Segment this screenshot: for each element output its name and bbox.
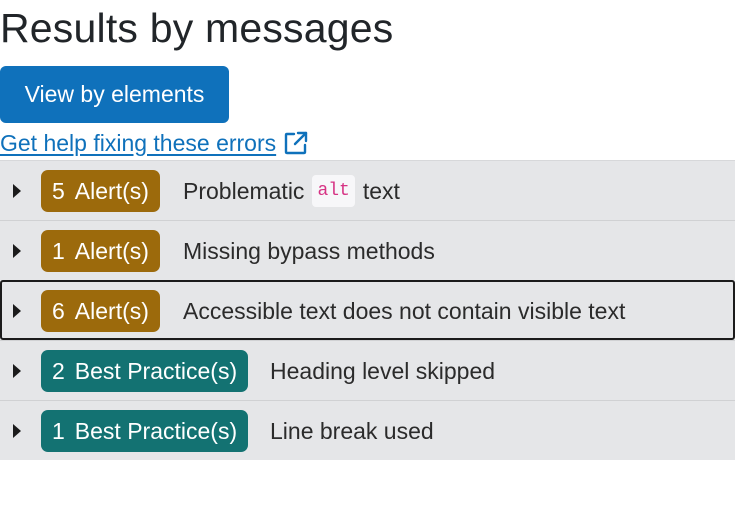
code-snippet: alt xyxy=(312,174,355,207)
result-message: Line break used xyxy=(270,417,434,444)
result-row-line-break-used[interactable]: 1 Best Practice(s) Line break used xyxy=(0,400,735,460)
badge-label: Best Practice(s) xyxy=(74,357,238,384)
badge-label: Alert(s) xyxy=(74,177,149,204)
caret-right-icon[interactable] xyxy=(13,183,21,198)
result-row-accessible-text-visible-text[interactable]: 6 Alert(s) Accessible text does not conta… xyxy=(0,280,735,340)
message-text: text xyxy=(362,177,400,204)
best-practice-badge: 1 Best Practice(s) xyxy=(41,409,249,452)
page-title: Results by messages xyxy=(0,5,394,51)
badge-label: Alert(s) xyxy=(74,237,149,264)
badge-count: 1 xyxy=(52,417,65,444)
result-message: Missing bypass methods xyxy=(183,237,435,264)
help-fixing-errors-link[interactable]: Get help fixing these errors xyxy=(0,128,309,158)
help-link-text: Get help fixing these errors xyxy=(0,129,277,156)
badge-count: 1 xyxy=(52,237,65,264)
badge-label: Best Practice(s) xyxy=(74,417,238,444)
badge-count: 6 xyxy=(52,297,65,324)
results-list: 5 Alert(s) Problematic alt text 1 Alert(s) M… xyxy=(0,160,735,460)
alert-badge: 5 Alert(s) xyxy=(41,169,160,212)
caret-right-icon[interactable] xyxy=(13,303,21,318)
caret-right-icon[interactable] xyxy=(13,243,21,258)
alert-badge: 6 Alert(s) xyxy=(41,289,160,332)
result-message: Problematic alt text xyxy=(183,174,400,207)
message-text: Problematic xyxy=(183,177,305,204)
caret-right-icon[interactable] xyxy=(13,363,21,378)
badge-count: 5 xyxy=(52,177,65,204)
result-message: Accessible text does not contain visible… xyxy=(183,297,626,324)
best-practice-badge: 2 Best Practice(s) xyxy=(41,349,249,392)
result-message: Heading level skipped xyxy=(270,357,496,384)
alert-badge: 1 Alert(s) xyxy=(41,229,160,272)
external-link-icon xyxy=(284,131,308,155)
result-row-heading-level-skipped[interactable]: 2 Best Practice(s) Heading level skipped xyxy=(0,340,735,400)
result-row-missing-bypass-methods[interactable]: 1 Alert(s) Missing bypass methods xyxy=(0,220,735,280)
result-row-problematic-alt-text[interactable]: 5 Alert(s) Problematic alt text xyxy=(0,160,735,220)
badge-count: 2 xyxy=(52,357,65,384)
view-by-elements-button[interactable]: View by elements xyxy=(0,66,229,123)
badge-label: Alert(s) xyxy=(74,297,149,324)
caret-right-icon[interactable] xyxy=(13,423,21,438)
